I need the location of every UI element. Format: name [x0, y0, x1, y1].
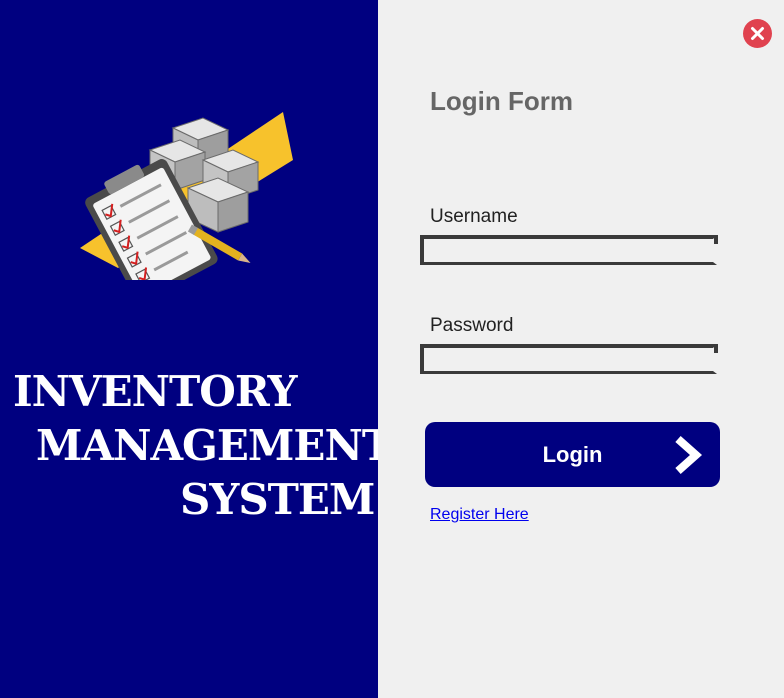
password-field-corner	[714, 344, 718, 353]
chevron-right-icon	[675, 436, 703, 474]
app-title-line-2: MANAGEMENT	[36, 421, 393, 470]
close-icon	[751, 27, 764, 40]
app-title-line-1: INVENTORY	[13, 367, 297, 416]
close-button[interactable]	[743, 19, 772, 48]
password-label: Password	[430, 315, 514, 336]
form-title: Login Form	[430, 86, 573, 116]
password-input[interactable]	[420, 344, 717, 374]
app-title-line-3: SYSTEM	[180, 475, 375, 524]
register-link[interactable]: Register Here	[430, 506, 529, 524]
inventory-logo-icon	[78, 110, 298, 303]
app-title: INVENTORY MANAGEMENT SYSTEM	[0, 365, 393, 527]
username-input[interactable]	[420, 235, 717, 265]
username-field-corner	[714, 235, 718, 244]
login-window: INVENTORY MANAGEMENT SYSTEM Login Form U…	[0, 0, 784, 698]
branding-panel: INVENTORY MANAGEMENT SYSTEM	[0, 0, 393, 698]
username-label: Username	[430, 206, 518, 227]
login-button[interactable]: Login	[425, 422, 720, 487]
